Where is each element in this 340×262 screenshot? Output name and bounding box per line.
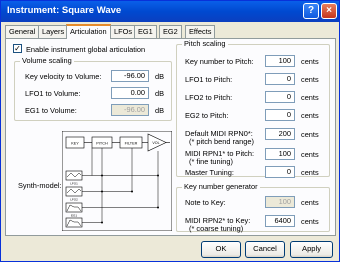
diagram-pitch-text: PITCH <box>96 142 108 146</box>
master-tuning-field[interactable]: 0 <box>265 166 295 178</box>
lfo2-pitch-field[interactable]: 0 <box>265 91 295 103</box>
diagram-eg2 <box>65 217 83 228</box>
diagram-vol-text: VOL <box>152 141 159 145</box>
key-number-pitch-unit: cents <box>301 57 319 66</box>
enable-articulation-label: Enable instrument global articulation <box>26 45 146 54</box>
eg1-volume-field[interactable]: -96.00 <box>111 104 149 116</box>
window-title: Instrument: Square Wave <box>7 5 122 16</box>
key-number-pitch-label: Key number to Pitch: <box>185 57 254 66</box>
key-number-generator-title: Key number generator <box>182 182 260 191</box>
eg1-volume-unit: dB <box>155 106 165 115</box>
rpn0-sublabel: (* pitch bend range) <box>189 137 254 146</box>
diagram-eg1-text: EG1 <box>71 214 77 218</box>
synth-model-diagram: KEY PITCH FILTER VOL LFO1 LFO2 EG1 <box>62 131 172 231</box>
diagram-filter-text: FILTER <box>125 142 138 146</box>
lfo1-volume-label: LFO1 to Volume: <box>25 89 81 98</box>
master-tuning-label: Master Tuning: <box>185 168 234 177</box>
key-number-pitch-field[interactable]: 100 <box>265 55 295 67</box>
note-to-key-unit: cents <box>301 198 319 207</box>
volume-scaling-title: Volume scaling <box>20 56 74 65</box>
diagram-lfo2-text: LFO2 <box>70 198 78 202</box>
rpn1-field[interactable]: 100 <box>265 148 295 160</box>
tab-articulation[interactable]: Articulation <box>66 24 111 39</box>
cancel-button[interactable]: Cancel <box>245 241 285 258</box>
key-velocity-volume-label: Key velocity to Volume: <box>25 72 102 81</box>
note-to-key-label: Note to Key: <box>185 198 226 207</box>
lfo1-volume-unit: dB <box>155 89 165 98</box>
rpn2-unit: cents <box>301 217 319 226</box>
tab-effects[interactable]: Effects <box>185 25 216 38</box>
tab-general[interactable]: General <box>5 25 40 38</box>
volume-scaling-group: Volume scaling Key velocity to Volume: -… <box>14 56 172 121</box>
note-to-key-field[interactable]: 100 <box>265 196 295 208</box>
tab-eg1[interactable]: EG1 <box>134 25 157 38</box>
key-number-generator-group: Key number generator Note to Key: 100 ce… <box>176 182 330 233</box>
lfo2-pitch-unit: cents <box>301 93 319 102</box>
lfo2-pitch-label: LFO2 to Pitch: <box>185 93 233 102</box>
key-velocity-volume-field[interactable]: -96.00 <box>111 70 149 82</box>
close-button[interactable]: × <box>321 3 337 19</box>
synth-model-label: Synth-model: <box>18 181 62 190</box>
pitch-scaling-group: Pitch scaling Key number to Pitch: 100 c… <box>176 39 330 178</box>
instrument-dialog: Instrument: Square Wave ? × General Laye… <box>0 0 340 262</box>
enable-articulation-checkbox[interactable]: ✓ <box>13 44 22 53</box>
lfo1-volume-field[interactable]: 0.00 <box>111 87 149 99</box>
rpn0-unit: cents <box>301 130 319 139</box>
key-velocity-volume-unit: dB <box>155 72 165 81</box>
articulation-panel: ✓ Enable instrument global articulation … <box>5 38 336 236</box>
tab-layers[interactable]: Layers <box>38 25 69 38</box>
ok-button[interactable]: OK <box>201 241 241 258</box>
rpn1-sublabel: (* fine tuning) <box>189 157 233 166</box>
lfo1-pitch-field[interactable]: 0 <box>265 73 295 85</box>
rpn1-unit: cents <box>301 150 319 159</box>
rpn2-sublabel: (* coarse tuning) <box>189 224 244 233</box>
master-tuning-unit: cents <box>301 168 319 177</box>
lfo1-pitch-unit: cents <box>301 75 319 84</box>
apply-button[interactable]: Apply <box>290 241 333 258</box>
eg2-pitch-unit: cents <box>301 111 319 120</box>
rpn2-field[interactable]: 6400 <box>265 215 295 227</box>
help-button[interactable]: ? <box>303 3 319 19</box>
eg2-pitch-field[interactable]: 0 <box>265 109 295 121</box>
eg2-pitch-label: EG2 to Pitch: <box>185 111 229 120</box>
rpn0-field[interactable]: 200 <box>265 128 295 140</box>
tab-eg2[interactable]: EG2 <box>159 25 182 38</box>
diagram-key-text: KEY <box>71 142 79 146</box>
eg1-volume-label: EG1 to Volume: <box>25 106 77 115</box>
title-bar[interactable]: Instrument: Square Wave ? × <box>1 1 339 22</box>
tab-lfos[interactable]: LFOs <box>110 25 137 38</box>
lfo1-pitch-label: LFO1 to Pitch: <box>185 75 233 84</box>
pitch-scaling-title: Pitch scaling <box>182 39 228 48</box>
diagram-lfo1-text: LFO1 <box>70 182 78 186</box>
